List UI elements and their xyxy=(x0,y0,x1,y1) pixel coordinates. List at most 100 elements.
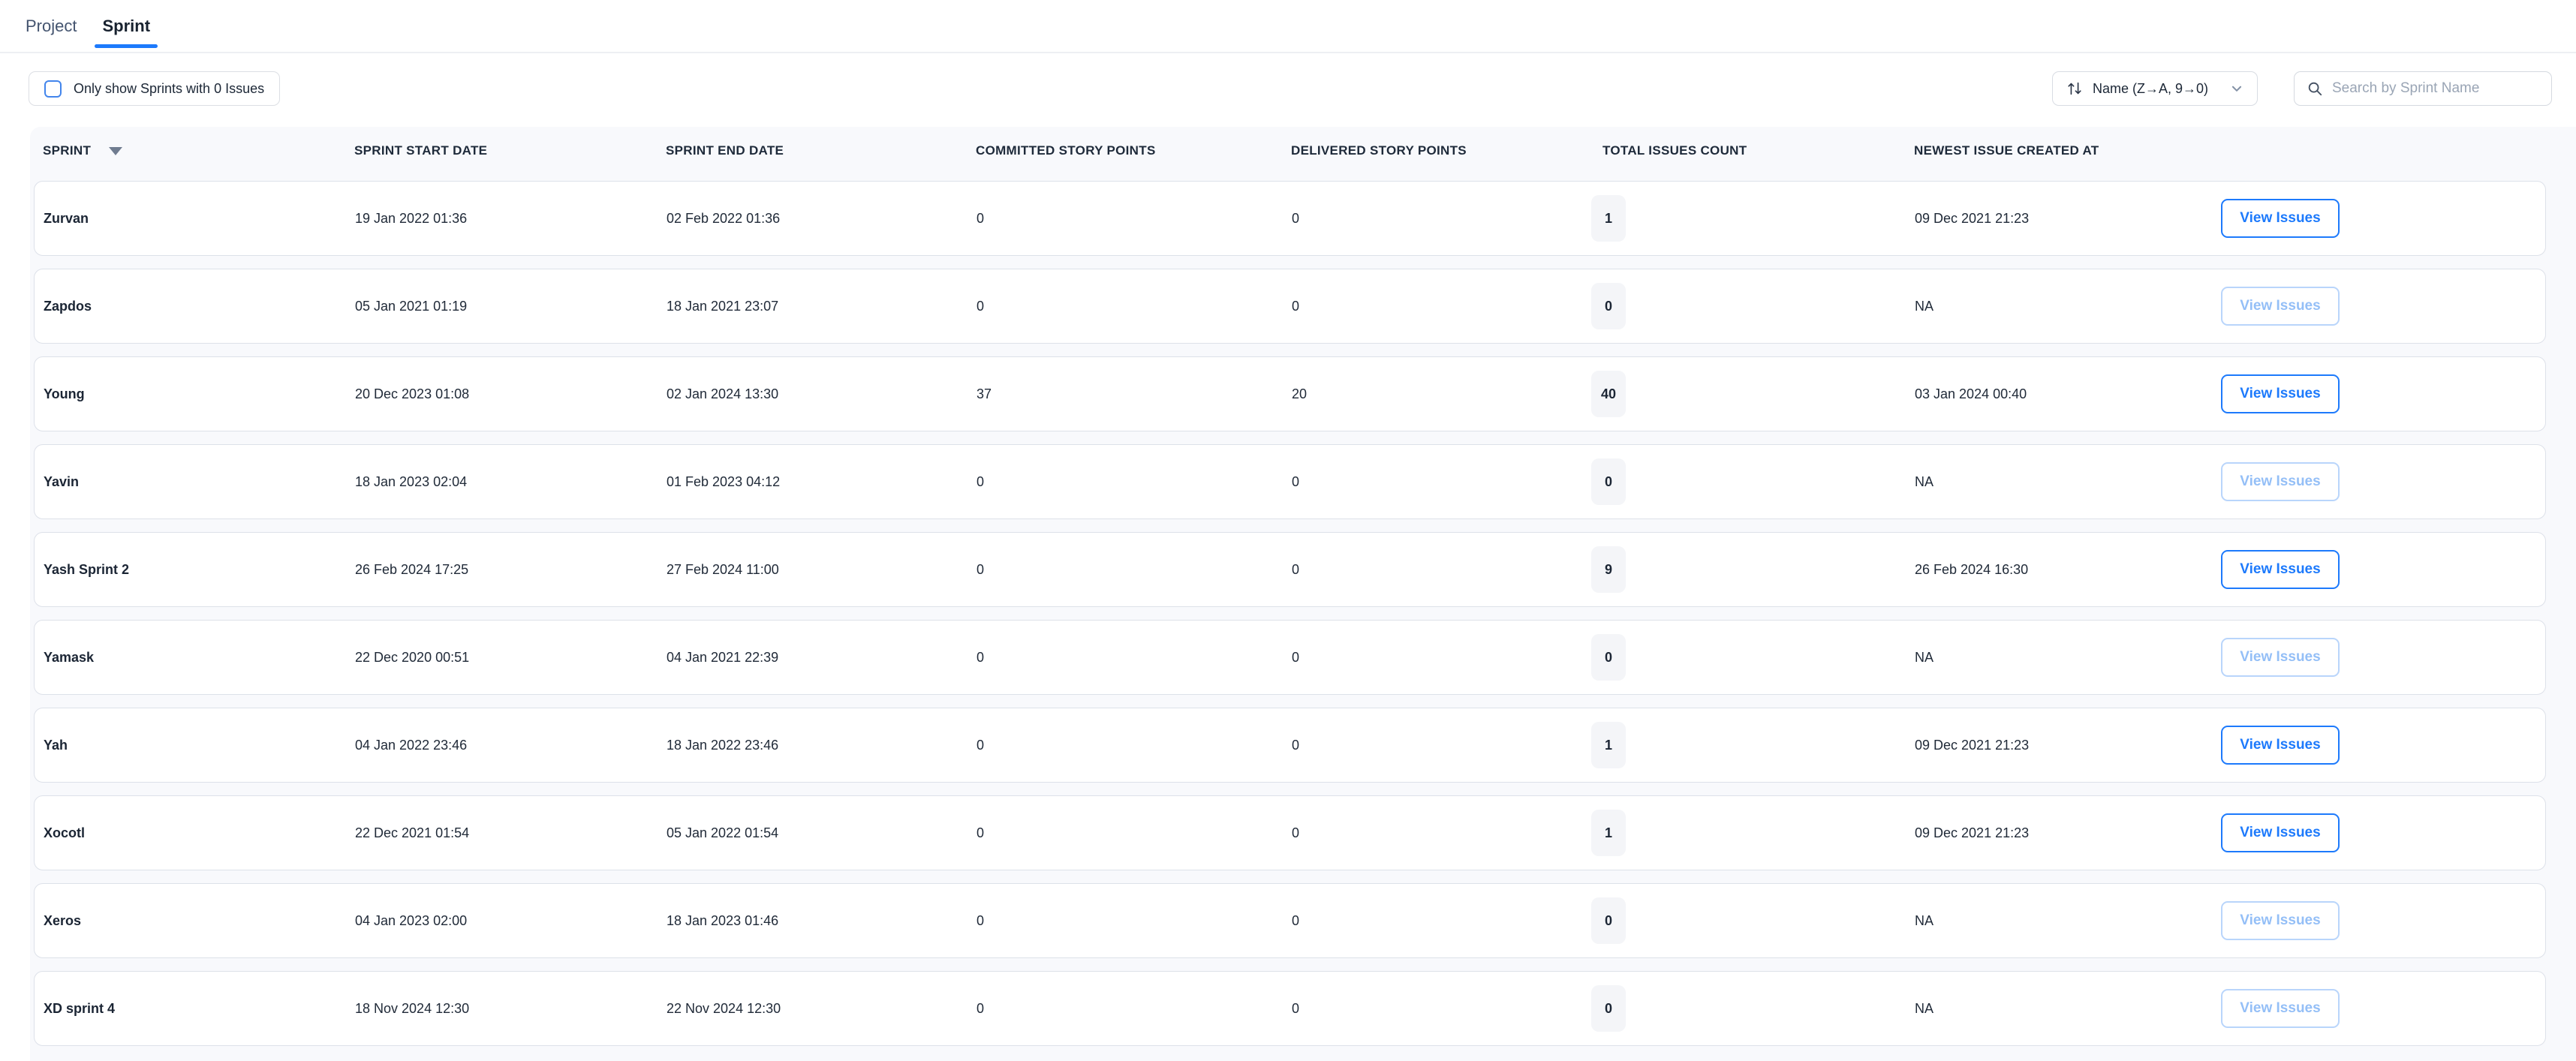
column-header-sprint[interactable]: SPRINT xyxy=(43,143,354,158)
sprint-name: Xocotl xyxy=(44,825,355,841)
newest-issue-created-at: 03 Jan 2024 00:40 xyxy=(1915,386,2221,402)
committed-story-points: 37 xyxy=(977,386,1292,402)
sprint-end-date: 18 Jan 2023 01:46 xyxy=(667,913,977,929)
table-row: Xocotl 22 Dec 2021 01:54 05 Jan 2022 01:… xyxy=(34,795,2546,870)
sprint-start-date: 04 Jan 2023 02:00 xyxy=(355,913,667,929)
total-issues-cell: 0 xyxy=(1603,897,1915,944)
delivered-story-points: 0 xyxy=(1292,474,1603,490)
total-issues-badge: 0 xyxy=(1591,897,1626,944)
committed-story-points: 0 xyxy=(977,1001,1292,1017)
committed-story-points: 0 xyxy=(977,562,1292,578)
zero-issues-checkbox[interactable] xyxy=(44,80,62,98)
table-row: Zurvan 19 Jan 2022 01:36 02 Feb 2022 01:… xyxy=(34,181,2546,256)
sprint-end-date: 05 Jan 2022 01:54 xyxy=(667,825,977,841)
delivered-story-points: 0 xyxy=(1292,299,1603,314)
actions-cell: View Issues xyxy=(2221,901,2545,940)
committed-story-points: 0 xyxy=(977,913,1292,929)
actions-cell: View Issues xyxy=(2221,550,2545,589)
sprint-end-date: 27 Feb 2024 11:00 xyxy=(667,562,977,578)
sprint-end-date: 02 Jan 2024 13:30 xyxy=(667,386,977,402)
sprint-end-date: 01 Feb 2023 04:12 xyxy=(667,474,977,490)
sort-dropdown-label: Name (Z→A, 9→0) xyxy=(2093,81,2208,97)
total-issues-cell: 40 xyxy=(1603,371,1915,417)
sprint-start-date: 20 Dec 2023 01:08 xyxy=(355,386,667,402)
total-issues-badge: 1 xyxy=(1591,195,1626,242)
newest-issue-created-at: NA xyxy=(1915,299,2221,314)
view-issues-button[interactable]: View Issues xyxy=(2221,901,2340,940)
view-issues-button[interactable]: View Issues xyxy=(2221,813,2340,852)
tab-sprint[interactable]: Sprint xyxy=(95,17,158,52)
column-header-end-date: SPRINT END DATE xyxy=(666,143,976,158)
zero-issues-filter-label: Only show Sprints with 0 Issues xyxy=(74,81,264,97)
table-header: SPRINT SPRINT START DATE SPRINT END DATE… xyxy=(30,127,2576,175)
total-issues-cell: 0 xyxy=(1603,985,1915,1032)
sprint-start-date: 26 Feb 2024 17:25 xyxy=(355,562,667,578)
actions-cell: View Issues xyxy=(2221,462,2545,501)
table-row: Xeros 04 Jan 2023 02:00 18 Jan 2023 01:4… xyxy=(34,883,2546,958)
view-issues-button[interactable]: View Issues xyxy=(2221,287,2340,326)
sprint-table-panel: SPRINT SPRINT START DATE SPRINT END DATE… xyxy=(30,127,2576,1061)
sprint-name: Yamask xyxy=(44,650,355,666)
table-row: Yavin 18 Jan 2023 02:04 01 Feb 2023 04:1… xyxy=(34,444,2546,519)
view-issues-button[interactable]: View Issues xyxy=(2221,374,2340,413)
view-issues-button[interactable]: View Issues xyxy=(2221,462,2340,501)
tab-project[interactable]: Project xyxy=(18,17,84,52)
table-row: Yah 04 Jan 2022 23:46 18 Jan 2022 23:46 … xyxy=(34,708,2546,783)
sprint-name: XD sprint 4 xyxy=(44,1001,355,1017)
view-issues-button[interactable]: View Issues xyxy=(2221,726,2340,765)
sprint-start-date: 19 Jan 2022 01:36 xyxy=(355,211,667,227)
actions-cell: View Issues xyxy=(2221,199,2545,238)
sprint-search xyxy=(2294,71,2552,106)
sprint-name: Zapdos xyxy=(44,299,355,314)
delivered-story-points: 0 xyxy=(1292,562,1603,578)
view-issues-button[interactable]: View Issues xyxy=(2221,989,2340,1028)
total-issues-cell: 1 xyxy=(1603,722,1915,768)
sprint-name: Young xyxy=(44,386,355,402)
view-issues-button[interactable]: View Issues xyxy=(2221,550,2340,589)
sort-dropdown[interactable]: Name (Z→A, 9→0) xyxy=(2052,71,2258,106)
table-row: Yash Sprint 2 26 Feb 2024 17:25 27 Feb 2… xyxy=(34,532,2546,607)
column-header-sprint-label: SPRINT xyxy=(43,143,91,158)
view-issues-button[interactable]: View Issues xyxy=(2221,199,2340,238)
chevron-down-icon xyxy=(2230,82,2243,95)
table-body: Zurvan 19 Jan 2022 01:36 02 Feb 2022 01:… xyxy=(30,175,2576,1046)
total-issues-badge: 40 xyxy=(1591,371,1626,417)
sprint-name: Yah xyxy=(44,738,355,753)
column-header-committed-points: COMMITTED STORY POINTS xyxy=(976,143,1291,158)
sprint-end-date: 18 Jan 2021 23:07 xyxy=(667,299,977,314)
newest-issue-created-at: NA xyxy=(1915,474,2221,490)
total-issues-cell: 9 xyxy=(1603,546,1915,593)
search-icon xyxy=(2307,80,2323,97)
total-issues-badge: 9 xyxy=(1591,546,1626,593)
sprint-end-date: 04 Jan 2021 22:39 xyxy=(667,650,977,666)
sprint-name: Xeros xyxy=(44,913,355,929)
sprint-start-date: 05 Jan 2021 01:19 xyxy=(355,299,667,314)
actions-cell: View Issues xyxy=(2221,374,2545,413)
total-issues-badge: 0 xyxy=(1591,985,1626,1032)
table-row: Young 20 Dec 2023 01:08 02 Jan 2024 13:3… xyxy=(34,356,2546,431)
total-issues-badge: 1 xyxy=(1591,722,1626,768)
newest-issue-created-at: 09 Dec 2021 21:23 xyxy=(1915,738,2221,753)
table-row: XD sprint 4 18 Nov 2024 12:30 22 Nov 202… xyxy=(34,971,2546,1046)
total-issues-cell: 0 xyxy=(1603,458,1915,505)
actions-cell: View Issues xyxy=(2221,726,2545,765)
sprint-name: Zurvan xyxy=(44,211,355,227)
actions-cell: View Issues xyxy=(2221,287,2545,326)
column-header-total-issues: TOTAL ISSUES COUNT xyxy=(1602,143,1914,158)
actions-cell: View Issues xyxy=(2221,638,2545,677)
sprint-start-date: 18 Nov 2024 12:30 xyxy=(355,1001,667,1017)
view-issues-button[interactable]: View Issues xyxy=(2221,638,2340,677)
zero-issues-filter[interactable]: Only show Sprints with 0 Issues xyxy=(29,71,280,106)
delivered-story-points: 0 xyxy=(1292,825,1603,841)
delivered-story-points: 0 xyxy=(1292,1001,1603,1017)
newest-issue-created-at: NA xyxy=(1915,913,2221,929)
delivered-story-points: 0 xyxy=(1292,650,1603,666)
total-issues-cell: 0 xyxy=(1603,283,1915,329)
committed-story-points: 0 xyxy=(977,650,1292,666)
newest-issue-created-at: NA xyxy=(1915,1001,2221,1017)
committed-story-points: 0 xyxy=(977,211,1292,227)
total-issues-badge: 1 xyxy=(1591,810,1626,856)
tab-bar: Project Sprint xyxy=(0,0,2576,53)
column-header-start-date: SPRINT START DATE xyxy=(354,143,666,158)
search-input[interactable] xyxy=(2332,80,2539,97)
